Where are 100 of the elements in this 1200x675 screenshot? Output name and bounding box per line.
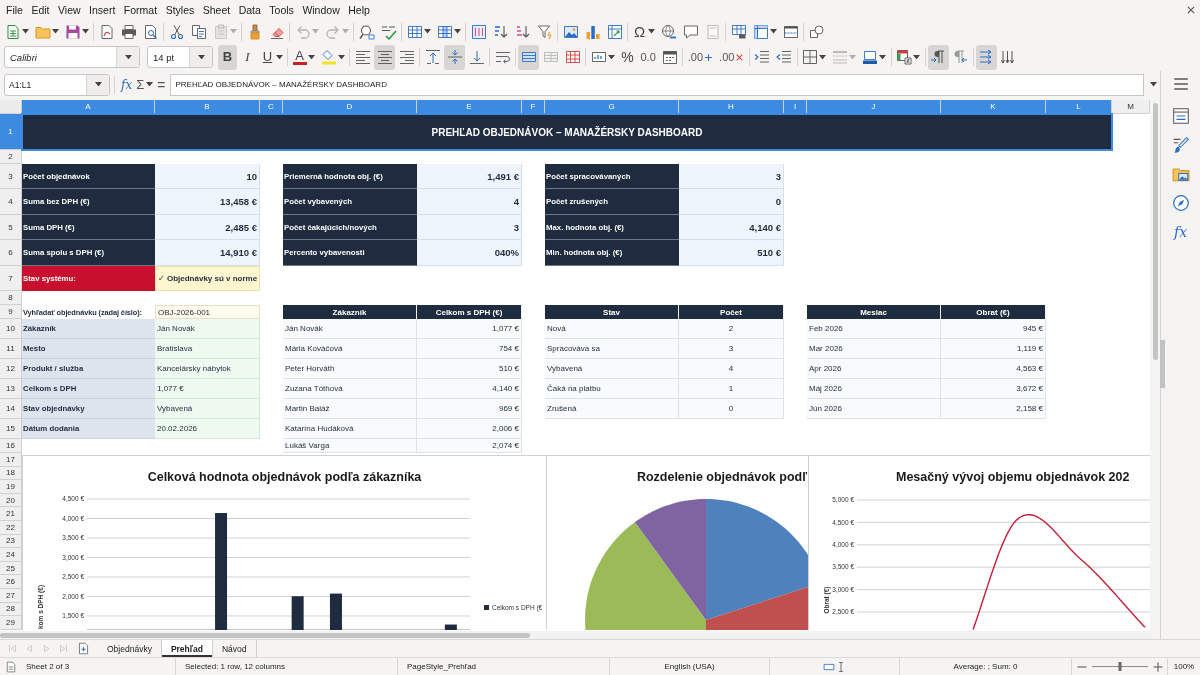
standard-format-button[interactable]: 0.0: [638, 44, 659, 70]
row-header[interactable]: 5: [0, 215, 22, 240]
special-character-button[interactable]: Ω: [630, 20, 657, 43]
row-header[interactable]: 24: [0, 548, 22, 562]
row-header[interactable]: 26: [0, 575, 22, 589]
column-header[interactable]: A: [22, 100, 155, 114]
caret-icon: [51, 29, 59, 34]
slider-thumb[interactable]: [1118, 662, 1121, 671]
menu-item[interactable]: Edit: [31, 4, 50, 16]
wrap-text-icon: [494, 49, 511, 65]
function-wizard-button[interactable]: fx: [120, 74, 134, 95]
table-cell: Nová: [545, 319, 679, 339]
text-direction-button[interactable]: [975, 44, 997, 70]
caret-icon: [146, 82, 154, 87]
row-header[interactable]: 3: [0, 164, 22, 189]
row-header[interactable]: 8: [0, 291, 22, 305]
column-heading: Počet: [679, 305, 784, 319]
menu-item[interactable]: Help: [348, 4, 370, 16]
column-header[interactable]: F: [522, 100, 545, 114]
sheet-tab[interactable]: Objednávky: [98, 640, 162, 657]
dropdown-button[interactable]: [86, 74, 109, 95]
column-header[interactable]: D: [283, 100, 417, 114]
row-header[interactable]: 10: [0, 319, 22, 339]
align-middle-icon: [446, 49, 463, 65]
align-middle-button[interactable]: [444, 44, 465, 70]
bold-button[interactable]: B: [218, 44, 237, 70]
menu-item[interactable]: Sheet: [202, 4, 231, 16]
font-color-button[interactable]: A: [290, 44, 317, 70]
title-banner: PREHĽAD OBJEDNÁVOK – MANAŽÉRSKY DASHBOARD: [22, 114, 1112, 150]
row-header[interactable]: 15: [0, 419, 22, 439]
scrollbar-thumb[interactable]: [1152, 103, 1158, 360]
clipboard-icon: [212, 23, 229, 40]
column-header[interactable]: E: [417, 100, 522, 114]
column-header[interactable]: H: [679, 100, 784, 114]
sum-button[interactable]: Σ: [135, 74, 155, 95]
column-header[interactable]: C: [260, 100, 283, 114]
menu-item[interactable]: Insert: [89, 4, 116, 16]
column-header[interactable]: B: [155, 100, 260, 114]
row-header[interactable]: 1: [0, 114, 22, 150]
formula-button[interactable]: =: [156, 74, 167, 95]
indent-increase-icon: [754, 49, 771, 65]
align-center-button[interactable]: [374, 44, 395, 70]
calendar-icon: [661, 49, 678, 65]
font-name-box[interactable]: Calibri: [4, 46, 140, 68]
row-header[interactable]: 16: [0, 439, 22, 453]
row-header[interactable]: 17: [0, 453, 22, 467]
font-size-box[interactable]: 14 pt: [147, 46, 213, 68]
menu-item[interactable]: Format: [123, 4, 158, 16]
caret-icon: [769, 29, 777, 34]
sheet-tab[interactable]: Prehľad: [161, 640, 213, 657]
row-header[interactable]: 13: [0, 379, 22, 399]
menu-item[interactable]: File: [6, 4, 23, 16]
italic-button[interactable]: I: [238, 44, 257, 70]
row-header[interactable]: 7: [0, 266, 22, 291]
plus-icon[interactable]: [1151, 660, 1164, 673]
row-header[interactable]: 14: [0, 399, 22, 419]
row-header[interactable]: 6: [0, 240, 22, 266]
selection-info: Selected: 1 row, 12 columns: [185, 662, 286, 671]
properties-panel-icon: [1171, 107, 1190, 125]
dropdown-button[interactable]: [116, 47, 139, 67]
table-cell: 4,140 €: [417, 379, 522, 399]
caret-icon: [819, 54, 827, 60]
field-value: Ján Novák: [155, 319, 260, 339]
name-box[interactable]: A1:L1: [4, 73, 110, 96]
dropdown-button[interactable]: [189, 47, 212, 67]
menu-item[interactable]: Tools: [269, 4, 294, 16]
order-number-cell[interactable]: OBJ-2026-001: [155, 305, 260, 319]
column-header[interactable]: L: [1046, 100, 1112, 114]
row-header[interactable]: 19: [0, 480, 22, 494]
column-header[interactable]: G: [545, 100, 679, 114]
column-heading: Stav: [545, 305, 679, 319]
sheet-tab[interactable]: Návod: [213, 640, 257, 657]
row-header[interactable]: 29: [0, 616, 22, 630]
column-header[interactable]: J: [807, 100, 941, 114]
add-decimal-button[interactable]: .00: [685, 44, 716, 70]
row-header[interactable]: 12: [0, 359, 22, 379]
close-document-button[interactable]: [1186, 5, 1196, 15]
row-header[interactable]: 4: [0, 189, 22, 215]
menu-item[interactable]: Styles: [165, 4, 195, 16]
field-value: 1,077 €: [155, 379, 260, 399]
menu-item[interactable]: View: [58, 4, 81, 16]
percent-button[interactable]: %: [618, 44, 637, 70]
column-header[interactable]: I: [784, 100, 807, 114]
row-header[interactable]: 11: [0, 339, 22, 359]
column-header[interactable]: M: [1112, 100, 1150, 114]
menu-item[interactable]: Data: [238, 4, 261, 16]
row-header[interactable]: 9: [0, 305, 22, 319]
menu-item[interactable]: Window: [302, 4, 340, 16]
column-header[interactable]: K: [941, 100, 1046, 114]
row-header[interactable]: 2: [0, 150, 22, 164]
formula-input[interactable]: PREHĽAD OBJEDNÁVOK – MANAŽÉRSKY DASHBOARD: [170, 73, 1144, 96]
delete-decimal-button[interactable]: .00: [716, 44, 747, 70]
row-header[interactable]: 21: [0, 507, 22, 521]
merge-center-button[interactable]: [518, 44, 539, 70]
underline-button[interactable]: U: [258, 44, 285, 70]
sidebar-handle[interactable]: [1160, 340, 1165, 388]
scrollbar-thumb[interactable]: [0, 632, 530, 638]
caret-icon: [607, 54, 615, 60]
functions-button[interactable]: fx: [1165, 219, 1196, 245]
paragraph-ltr-button[interactable]: [927, 44, 949, 70]
